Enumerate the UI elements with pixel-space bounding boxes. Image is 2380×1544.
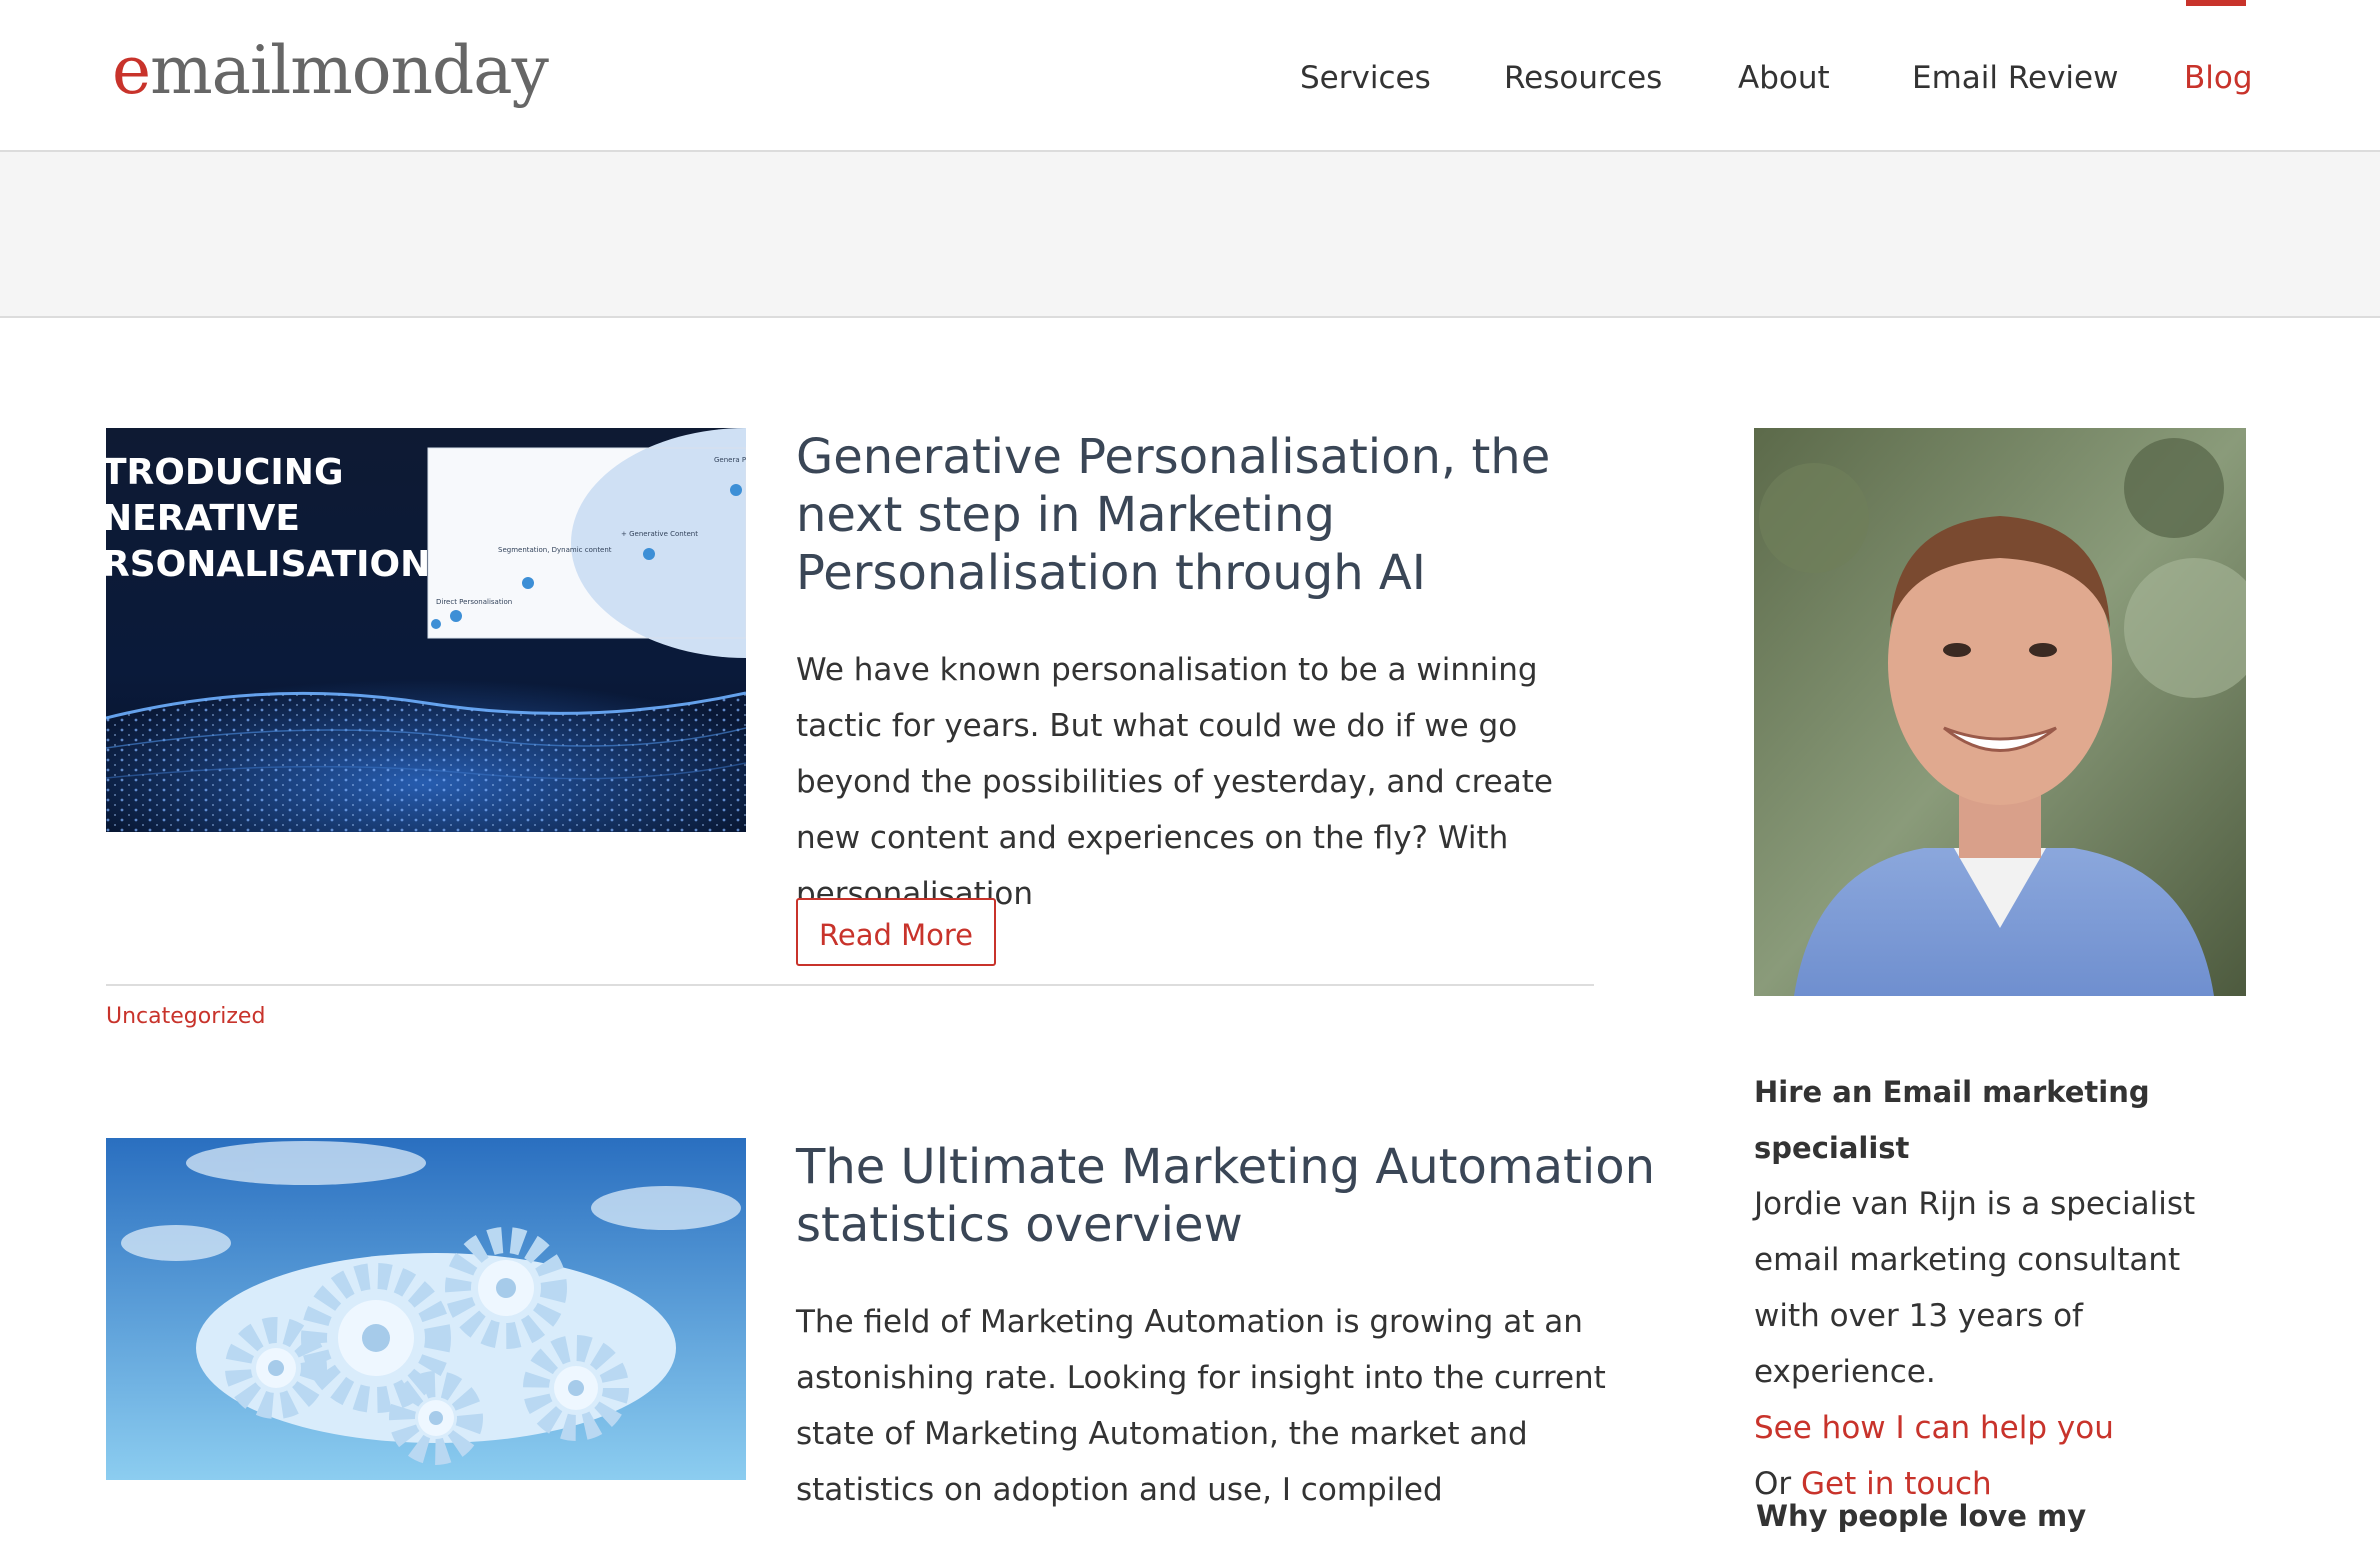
thumb-line-3: RSONALISATION [106,544,430,585]
active-nav-indicator [2186,0,2246,6]
logo-e: e [112,32,151,109]
post-2-title[interactable]: The Ultimate Marketing Automation statis… [796,1138,1656,1254]
thumb-chart-label-4: Direct Personalisation [436,598,512,606]
site-logo[interactable]: emailmonday [112,26,549,116]
logo-text: mailmonday [150,32,549,109]
author-photo [1754,428,2246,996]
post-1-excerpt: We have known personalisation to be a wi… [796,652,1553,912]
nav-blog[interactable]: Blog [2184,48,2253,108]
nav-resources[interactable]: Resources [1504,48,1662,108]
post-1-title[interactable]: Generative Personalisation, the next ste… [796,428,1656,602]
nav-about[interactable]: About [1738,48,1830,108]
post-1-thumbnail[interactable]: TRODUCING NERATIVE RSONALISATION Genera … [106,428,746,832]
sidebar-text: Hire an Email marketing specialist Jordi… [1754,1064,2274,1512]
page-title-band [0,152,2380,318]
nav-email-review[interactable]: Email Review [1912,48,2118,108]
sidebar-bio: Jordie van Rijn is a specialist email ma… [1754,1186,2196,1390]
nav-services[interactable]: Services [1300,48,1431,108]
site-header: emailmonday Services Resources About Ema… [0,0,2380,152]
sidebar-heading: Hire an Email marketing specialist [1754,1075,2150,1165]
post-2-thumbnail[interactable] [106,1138,746,1480]
read-more-button[interactable]: Read More [796,898,996,966]
thumb-chart-label-2: + Generative Content [621,530,698,538]
post-divider [106,984,1594,986]
thumb-line-2: NERATIVE [106,498,300,539]
see-how-link[interactable]: See how I can help you [1754,1400,2274,1456]
post-1-category-link[interactable]: Uncategorized [106,1004,265,1029]
post-2-excerpt: The field of Marketing Automation is gro… [796,1304,1606,1508]
testimonials-heading: Why people love my [1756,1499,2087,1533]
thumb-line-1: TRODUCING [106,452,344,493]
thumb-chart-label-1: Genera Persona [714,456,746,464]
thumb-chart-label-3: Segmentation, Dynamic content [498,546,612,554]
